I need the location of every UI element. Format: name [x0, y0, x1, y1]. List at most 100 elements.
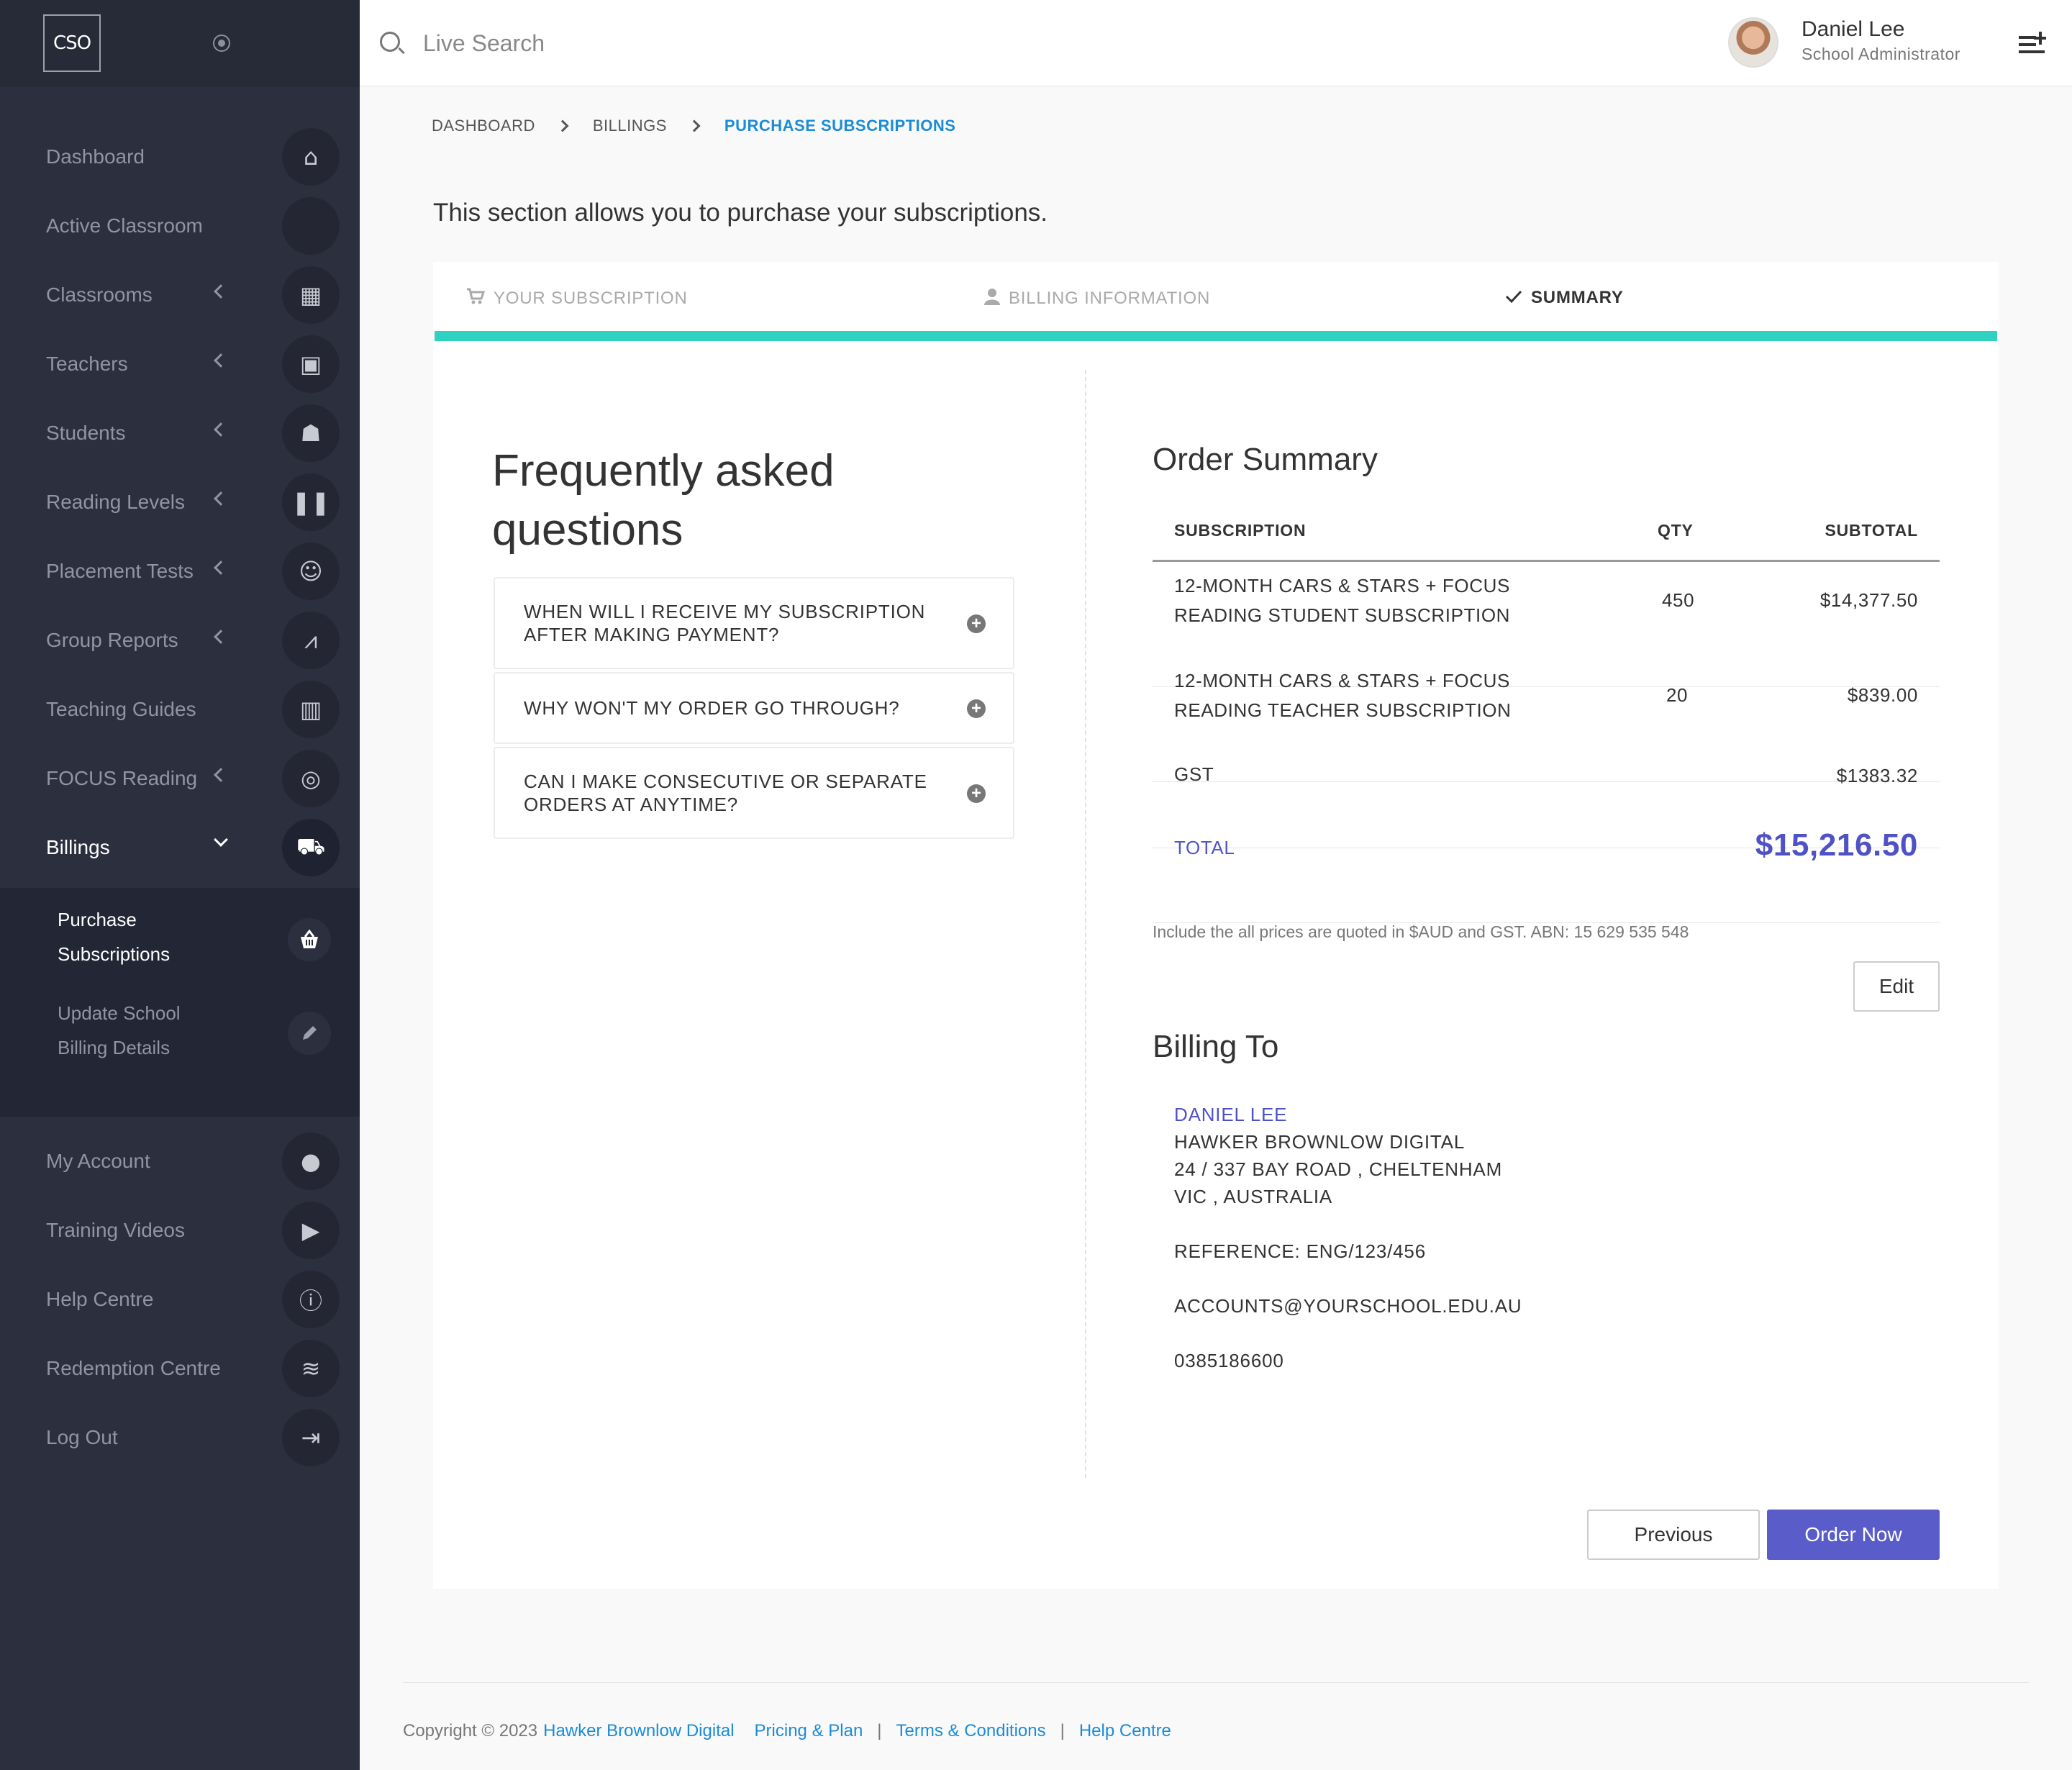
faq-item[interactable]: WHEN WILL I RECEIVE MY SUBSCRIPTION AFTE… — [494, 577, 1014, 669]
sidebar-item-placement-tests[interactable]: Placement Tests ☺ — [0, 537, 360, 606]
column-header-subtotal: SUBTOTAL — [1825, 521, 1918, 540]
pencil-icon[interactable] — [288, 1012, 331, 1055]
sidebar-item-label: Dashboard — [46, 145, 145, 168]
submenu-update-billing-details[interactable]: Update School Billing Details — [58, 996, 273, 1065]
user-icon — [984, 288, 1000, 309]
target-icon: ◎ — [282, 750, 340, 807]
item-name-line: READING STUDENT SUBSCRIPTION — [1174, 604, 1511, 626]
logout-icon: ⇥ — [282, 1409, 340, 1466]
cart-icon: ⛟ — [282, 819, 340, 876]
book-icon: ❚❚ — [282, 473, 340, 531]
item-name-line: 12-MONTH CARS & STARS + FOCUS — [1174, 575, 1510, 596]
step-label: SUMMARY — [1531, 288, 1624, 307]
sidebar-item-students[interactable]: Students ☗ — [0, 399, 360, 468]
sidebar-item-group-reports[interactable]: Group Reports ⩘ — [0, 606, 360, 675]
sidebar-toggle-icon[interactable] — [213, 35, 230, 52]
plus-circle-icon[interactable]: + — [967, 614, 986, 633]
wizard-progress-bar — [435, 331, 1997, 341]
faq-item[interactable]: WHY WON'T MY ORDER GO THROUGH? + — [494, 672, 1014, 744]
column-header-qty: QTY — [1658, 521, 1694, 540]
plus-circle-icon[interactable]: + — [967, 784, 986, 803]
step-summary[interactable]: SUMMARY — [1505, 288, 1624, 308]
chevron-right-icon — [556, 119, 569, 132]
faq-question-line: WHEN WILL I RECEIVE MY SUBSCRIPTION — [524, 601, 926, 622]
search-input[interactable] — [423, 26, 855, 60]
user-name[interactable]: Daniel Lee — [1801, 17, 1904, 42]
video-icon: ▶ — [282, 1202, 340, 1259]
search-icon[interactable] — [380, 32, 400, 52]
breadcrumb-billings[interactable]: BILLINGS — [593, 117, 667, 135]
footer-link-terms[interactable]: Terms & Conditions — [896, 1721, 1046, 1741]
logo[interactable]: CSO — [43, 14, 101, 72]
sidebar-item-billings[interactable]: Billings ⛟ — [0, 813, 360, 882]
submenu-purchase-subscriptions[interactable]: Purchase Subscriptions — [58, 902, 273, 971]
sidebar-item-label: Students — [46, 422, 126, 444]
breadcrumb-dashboard[interactable]: DASHBOARD — [432, 117, 535, 135]
basket-icon[interactable] — [288, 918, 331, 961]
plus-circle-icon[interactable]: + — [967, 699, 986, 718]
classroom-icon: ▦ — [282, 266, 340, 324]
sidebar: CSO Dashboard ⌂ Active Classroom Classrooms… — [0, 0, 360, 1770]
sidebar-item-label: Placement Tests — [46, 560, 194, 582]
sidebar-item-label: Active Classroom — [46, 214, 203, 237]
billing-company: HAWKER BROWNLOW DIGITAL — [1174, 1131, 1466, 1153]
billing-name: DANIEL LEE — [1174, 1104, 1288, 1125]
user-icon: ● — [282, 1133, 340, 1190]
item-qty: 450 — [1662, 589, 1695, 611]
submenu-label: Subscriptions — [58, 943, 171, 965]
faq-question: WHY WON'T MY ORDER GO THROUGH? — [524, 696, 955, 720]
faq-item[interactable]: CAN I MAKE CONSECUTIVE OR SEPARATE ORDER… — [494, 747, 1014, 839]
previous-button[interactable]: Previous — [1587, 1510, 1760, 1560]
billing-to-title: Billing To — [1153, 1029, 1279, 1064]
total-label: TOTAL — [1174, 837, 1235, 858]
sidebar-item-teachers[interactable]: Teachers ▣ — [0, 330, 360, 399]
edit-button[interactable]: Edit — [1853, 961, 1940, 1012]
sidebar-item-dashboard[interactable]: Dashboard ⌂ — [0, 122, 360, 191]
faq-question-line: ORDERS AT ANYTIME? — [524, 794, 739, 815]
chevron-left-icon — [214, 768, 228, 782]
item-subtotal: $14,377.50 — [1819, 589, 1918, 611]
billings-submenu: Purchase Subscriptions Update School Bil… — [0, 888, 360, 1117]
table-row-item: 12-MONTH CARS & STARS + FOCUS READING ST… — [1174, 571, 1510, 630]
chevron-left-icon — [214, 353, 228, 368]
header-divider — [1153, 560, 1940, 562]
column-divider — [1085, 370, 1086, 1478]
home-icon: ⌂ — [282, 128, 340, 186]
menu-add-icon[interactable] — [2017, 30, 2047, 56]
order-now-button[interactable]: Order Now — [1767, 1510, 1940, 1560]
billing-reference: REFERENCE: ENG/123/456 — [1174, 1240, 1426, 1262]
sidebar-item-teaching-guides[interactable]: Teaching Guides ▥ — [0, 675, 360, 744]
sidebar-item-training-videos[interactable]: Training Videos ▶ — [0, 1196, 360, 1265]
sidebar-item-reading-levels[interactable]: Reading Levels ❚❚ — [0, 468, 360, 537]
footer-divider — [403, 1682, 2029, 1683]
sidebar-item-label: Help Centre — [46, 1288, 154, 1310]
sidebar-item-log-out[interactable]: Log Out ⇥ — [0, 1403, 360, 1472]
row-divider — [1153, 781, 1940, 782]
submenu-label: Billing Details — [58, 1037, 171, 1058]
sidebar-item-help-centre[interactable]: Help Centre ⓘ — [0, 1265, 360, 1334]
faq-title: Frequently asked questions — [492, 442, 924, 560]
sidebar-item-redemption-centre[interactable]: Redemption Centre ≋ — [0, 1334, 360, 1403]
footer-company-link[interactable]: Hawker Brownlow Digital — [543, 1721, 734, 1741]
sidebar-item-label: Group Reports — [46, 629, 178, 651]
sidebar-item-focus-reading[interactable]: FOCUS Reading ◎ — [0, 744, 360, 813]
item-name-line: 12-MONTH CARS & STARS + FOCUS — [1174, 670, 1510, 691]
footer: Copyright © 2023 Hawker Brownlow Digital… — [403, 1721, 1171, 1741]
sidebar-item-label: Training Videos — [46, 1219, 186, 1241]
sidebar-header: CSO — [0, 0, 360, 86]
sidebar-item-my-account[interactable]: My Account ● — [0, 1127, 360, 1196]
billing-email: ACCOUNTS@YOURSCHOOL.EDU.AU — [1174, 1295, 1522, 1317]
sidebar-item-classrooms[interactable]: Classrooms ▦ — [0, 260, 360, 330]
footer-link-help[interactable]: Help Centre — [1079, 1721, 1171, 1741]
step-billing-information[interactable]: BILLING INFORMATION — [984, 288, 1210, 309]
sidebar-item-active-classroom[interactable]: Active Classroom — [0, 191, 360, 260]
step-your-subscription[interactable]: YOUR SUBSCRIPTION — [466, 288, 688, 309]
sidebar-item-label: Teaching Guides — [46, 698, 196, 720]
footer-copyright: Copyright © 2023 — [403, 1721, 538, 1740]
faq-question-line: CAN I MAKE CONSECUTIVE OR SEPARATE — [524, 771, 927, 792]
faq-title-line: Frequently asked — [492, 446, 835, 496]
sidebar-item-label: Teachers — [46, 353, 128, 375]
avatar[interactable] — [1728, 17, 1778, 68]
footer-link-pricing[interactable]: Pricing & Plan — [755, 1721, 863, 1741]
library-icon: ▥ — [282, 681, 340, 738]
